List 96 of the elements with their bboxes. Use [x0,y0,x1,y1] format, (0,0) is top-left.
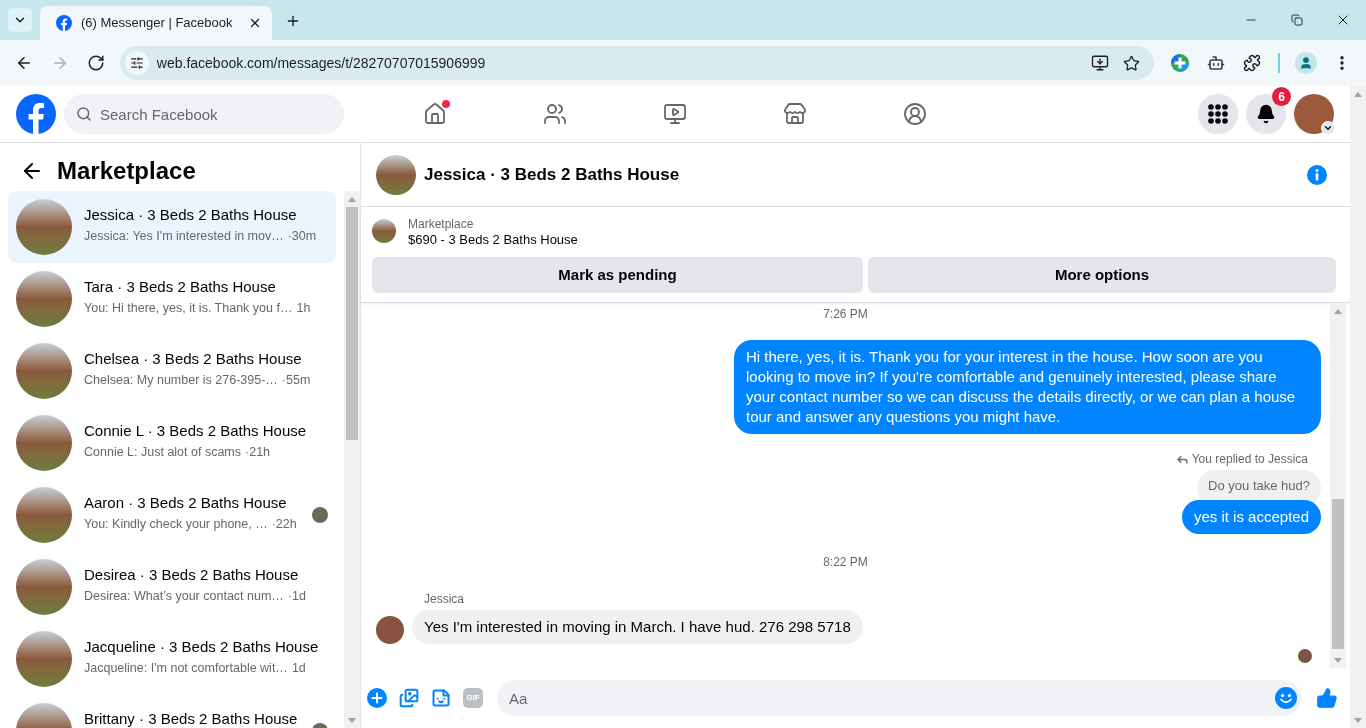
message-preview: Jacqueline: I'm not comfortable wit… [84,660,288,676]
conversation-item[interactable]: Connie L · 3 Beds 2 Baths House Connie L: Just alot of scams ·21h [8,407,336,479]
photos-icon[interactable] [399,688,419,708]
scrollbar-thumb[interactable] [346,207,358,440]
search-field[interactable]: Search Facebook [64,94,344,134]
scrollbar[interactable] [344,191,360,728]
play-screen-icon [663,102,687,126]
timestamp: 7:26 PM [823,306,868,322]
seen-avatar [1298,649,1312,663]
info-icon[interactable] [1307,164,1327,185]
plus-circle-icon[interactable] [1171,54,1190,72]
action-button[interactable]: Mark as pending [372,257,863,293]
scrollbar-thumb[interactable] [1332,499,1344,649]
url-text: web.facebook.com/messages/t/28270707015906999 [156,53,487,73]
conversation-title: Aaron · 3 Beds 2 Baths House [84,494,288,512]
action-button[interactable]: More options [868,257,1336,293]
received-message: Yes I'm interested in moving in March. I have hud. 276 298 5718 [412,610,863,644]
conversation-item[interactable]: Brittany · 3 Beds 2 Baths House [8,695,336,728]
message-preview: Desirea: What’s your contact num… [84,588,284,604]
star-icon[interactable] [1123,54,1141,72]
sent-message: yes it is accepted [1181,500,1321,534]
conversation-title: Tara · 3 Beds 2 Baths House [84,278,277,296]
search-icon [76,106,92,122]
conversation-item[interactable]: Chelsea · 3 Beds 2 Baths House Chelsea: My number is 276-395-… ·55m [8,335,336,407]
message-time: 1h [296,300,311,316]
conversation-title: Chelsea · 3 Beds 2 Baths House [84,350,303,368]
sender-name: Jessica [424,591,464,607]
chevron-down-icon[interactable] [1321,121,1335,135]
logo-icon[interactable] [56,15,72,31]
notifications-button[interactable] [1246,94,1286,134]
message-time: ·55m [281,372,311,388]
plus-icon[interactable] [285,13,301,29]
logo-icon[interactable] [16,94,56,134]
chat-title: Jessica · 3 Beds 2 Baths House [424,163,680,186]
reply-note: You replied to Jessica [1191,451,1308,467]
conversation-item[interactable]: Jessica · 3 Beds 2 Baths House Jessica: Yes I'm interested in mov… ·30m [8,191,336,263]
photo-placeholder [376,154,416,195]
conversation-title: Desirea · 3 Beds 2 Baths House [84,566,300,584]
conversation-title: Connie L · 3 Beds 2 Baths House [84,422,308,440]
conversation-item[interactable]: Tara · 3 Beds 2 Baths House You: Hi there, yes, it is. Thank you f… 1h [8,263,336,335]
puzzle-icon[interactable] [1243,54,1262,72]
listing-label: Marketplace [408,217,474,231]
message-input[interactable]: Aa [497,680,1301,716]
conversation-title: Jacqueline · 3 Beds 2 Baths House [84,638,320,656]
sent-message: Hi there, yes, it is. Thank you for your interest in the house. How soon are you looking to move in? If you're comfortable and genuinely interested, please share your contact number so we can discuss the details directly, or we can plan a house tour and answer any questions you might have. [734,340,1321,434]
message-time: ·22h [271,516,297,532]
sidebar-title: Marketplace [57,157,196,185]
message-preview: You: Kindly check your phone, … [84,516,268,532]
notification-badge: 6 [1272,87,1291,106]
robot-icon[interactable] [1207,54,1226,72]
message-time: ·1d [287,588,306,604]
message-preview: Chelsea: My number is 276-395-… [84,372,278,388]
close-icon[interactable] [248,16,262,30]
message-preview: Jessica: Yes I'm interested in mov… [84,228,284,244]
message-time: 1d [291,660,306,676]
tab-dropdown-button[interactable] [8,8,32,32]
message-time: ·30m [287,228,317,244]
address-bar[interactable]: web.facebook.com/messages/t/28270707015906999 [119,46,1155,80]
add-icon[interactable] [367,688,387,708]
listing-title[interactable]: $690 - 3 Beds 2 Baths House [408,231,578,249]
smiley-icon[interactable] [1275,687,1297,709]
timestamp: 8:22 PM [823,554,868,570]
restore-icon[interactable] [1291,14,1303,26]
reload-icon[interactable] [86,54,105,72]
store-icon [783,102,807,126]
bell-icon [1256,104,1276,124]
conversation-item[interactable]: Desirea · 3 Beds 2 Baths House Desirea: What’s your contact num… ·1d [8,551,336,623]
sliders-icon[interactable] [124,51,149,75]
conversation-item[interactable]: Jacqueline · 3 Beds 2 Baths House Jacqueline: I'm not comfortable wit… 1d [8,623,336,695]
conversation-title: Jessica · 3 Beds 2 Baths House [84,206,298,224]
message-preview: You: Hi there, yes, it is. Thank you f… [84,300,293,316]
people-icon [543,102,567,126]
photo-placeholder [16,415,72,471]
photo-placeholder [16,487,72,543]
photo-placeholder [372,219,396,243]
profile-avatar[interactable] [1294,94,1334,134]
menu-button[interactable] [1198,94,1238,134]
install-icon[interactable] [1091,54,1110,72]
scrollbar[interactable] [1330,303,1346,668]
grid-icon [1208,104,1228,124]
message-preview: Connie L: Just alot of scams [84,444,242,460]
photo-placeholder [16,559,72,615]
house-icon [423,102,447,126]
user-circle-icon [903,102,927,126]
thumbs-up-icon[interactable] [1316,687,1338,709]
photo-placeholder [16,271,72,327]
person-icon[interactable] [1295,52,1318,74]
photo-placeholder [16,199,72,255]
browser-tab[interactable]: (6) Messenger | Facebook [40,6,272,40]
sticker-icon[interactable] [431,688,451,708]
profile-avatar [376,616,404,644]
message-time: ·21h [245,444,271,460]
conversation-title: Brittany · 3 Beds 2 Baths House [84,710,299,728]
photo-placeholder [16,343,72,399]
conversation-item[interactable]: Aaron · 3 Beds 2 Baths House You: Kindly check your phone, … ·22h [8,479,336,551]
photo-placeholder [16,631,72,687]
